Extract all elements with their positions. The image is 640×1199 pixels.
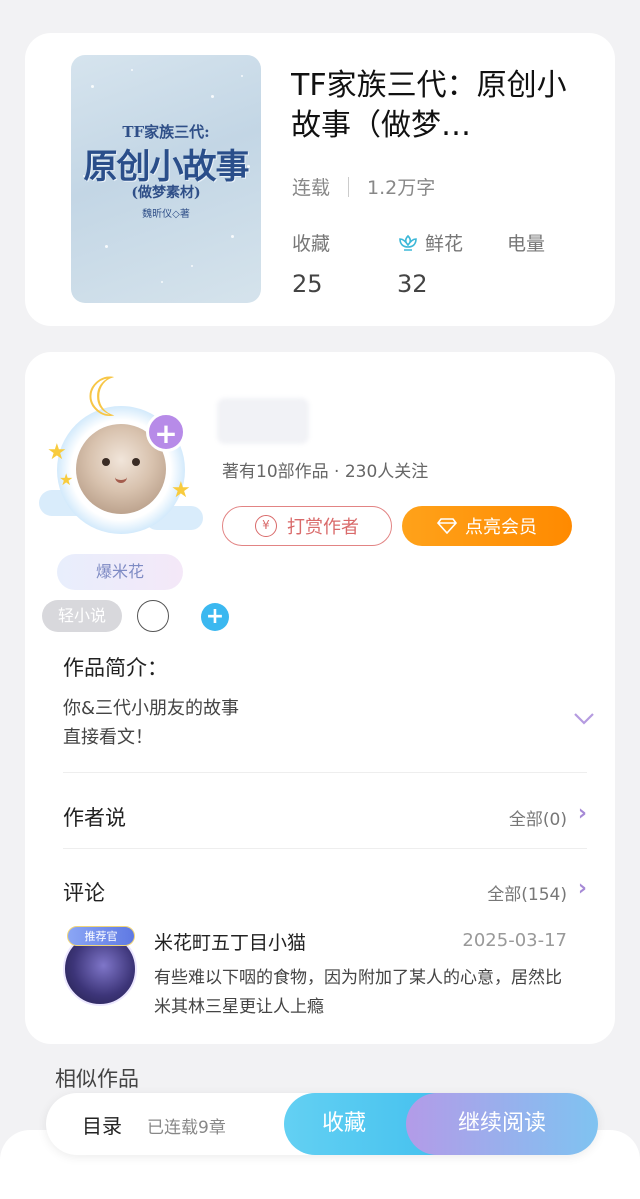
- add-tag-button[interactable]: +: [201, 603, 229, 631]
- book-info-card: TF家族三代: 原创小故事 (做梦素材) 魏昕仪◇著 TF家族三代：原创小故事（…: [25, 33, 615, 326]
- divider: [63, 772, 587, 773]
- comment-date: 2025-03-17: [462, 930, 567, 951]
- book-status: 连载: [292, 177, 331, 199]
- book-meta: 连载 1.2万字: [292, 173, 435, 200]
- continue-reading-button[interactable]: 继续阅读: [406, 1093, 598, 1155]
- star-icon: ★: [59, 470, 74, 489]
- book-word-count: 1.2万字: [367, 177, 436, 199]
- tip-author-label: 打赏作者: [287, 517, 359, 538]
- chevron-right-icon[interactable]: ›: [578, 876, 587, 901]
- author-avatar[interactable]: ☾ ★ ★ ★ + 爆米花: [33, 366, 203, 590]
- star-icon: ★: [47, 440, 67, 465]
- tip-author-button[interactable]: ¥ 打赏作者: [222, 506, 392, 546]
- stat-power[interactable]: 电量: [507, 229, 545, 270]
- flower-icon: [399, 234, 417, 251]
- follow-plus-button[interactable]: +: [146, 412, 186, 452]
- divider: [63, 848, 587, 849]
- diamond-icon: [437, 518, 457, 534]
- author-detail-card: ☾ ★ ★ ★ + 爆米花 著有10部作品 · 230人关注 ¥ 打赏作者 点亮…: [25, 352, 615, 1044]
- toc-button[interactable]: 目录: [82, 1110, 122, 1139]
- stat-flowers[interactable]: 鲜花 32: [397, 229, 463, 298]
- author-says-title: 作者说: [63, 806, 126, 830]
- chapter-count[interactable]: 已连载9章: [147, 1113, 226, 1138]
- chevron-right-icon[interactable]: ›: [578, 801, 587, 826]
- book-title: TF家族三代：原创小故事（做梦…: [291, 68, 567, 143]
- stat-label: 收藏: [292, 233, 331, 255]
- cover-subtitle: (做梦素材): [131, 185, 201, 201]
- avatar-tag: 爆米花: [57, 554, 183, 590]
- cover-main-title: 原创小故事: [83, 147, 250, 187]
- activate-vip-button[interactable]: 点亮会员: [402, 506, 572, 546]
- stat-value: 25: [292, 270, 323, 298]
- bottom-action-bar: 目录 已连载9章 收藏 继续阅读: [46, 1093, 598, 1155]
- author-says-more[interactable]: 全部(0): [509, 805, 567, 830]
- comment-text[interactable]: 有些难以下咽的食物，因为附加了某人的心意，居然比米其林三星更让人上瘾: [154, 964, 564, 1022]
- empty-tag-circle[interactable]: [137, 600, 169, 632]
- commenter-name[interactable]: 米花町五丁目小猫: [154, 928, 306, 955]
- stat-label: 电量: [507, 233, 546, 255]
- genre-tag[interactable]: 轻小说: [42, 600, 122, 632]
- stat-value: 32: [397, 270, 428, 298]
- stat-label-wrap: 鲜花: [397, 229, 463, 256]
- stat-favorites[interactable]: 收藏 25: [292, 229, 330, 298]
- star-icon: ★: [171, 478, 191, 503]
- intro-text: 你&三代小朋友的故事 直接看文！: [63, 698, 240, 748]
- recommender-badge: 推荐官: [67, 926, 135, 946]
- expand-chevron-icon[interactable]: [573, 712, 595, 726]
- stat-label: 鲜花: [425, 233, 464, 255]
- meta-divider: [348, 176, 350, 197]
- collect-label: 收藏: [321, 1111, 366, 1136]
- moon-icon: ☾: [85, 366, 134, 429]
- activate-vip-label: 点亮会员: [465, 517, 537, 538]
- similar-works-title: 相似作品: [55, 1067, 139, 1091]
- author-stats: 著有10部作品 · 230人关注: [222, 462, 429, 482]
- yen-icon: ¥: [255, 515, 277, 537]
- comments-title: 评论: [63, 881, 105, 905]
- book-cover[interactable]: TF家族三代: 原创小故事 (做梦素材) 魏昕仪◇著: [71, 55, 261, 303]
- intro-title: 作品简介：: [63, 656, 168, 680]
- cover-author: 魏昕仪◇著: [142, 209, 190, 220]
- author-name-blurred[interactable]: [217, 398, 309, 444]
- comments-more[interactable]: 全部(154): [487, 880, 567, 905]
